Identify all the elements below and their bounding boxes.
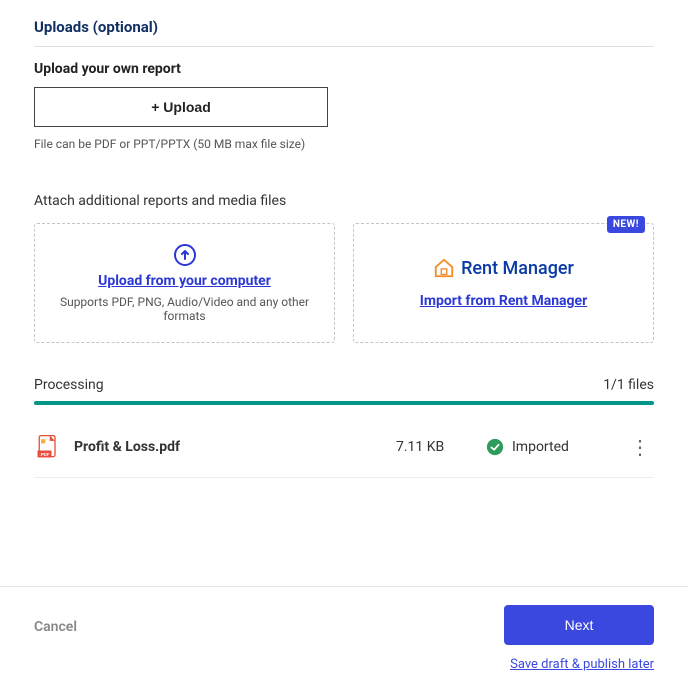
upload-button[interactable]: + Upload <box>34 87 328 127</box>
rentmanager-logo: Rent Manager <box>433 257 574 279</box>
processing-label: Processing <box>34 377 104 393</box>
file-status: Imported <box>512 439 569 455</box>
upload-computer-card[interactable]: Upload from your computer Supports PDF, … <box>34 223 335 343</box>
next-button[interactable]: Next <box>504 605 654 645</box>
file-name: Profit & Loss.pdf <box>74 439 396 455</box>
upload-computer-supports: Supports PDF, PNG, Audio/Video and any o… <box>43 295 326 323</box>
upload-computer-link[interactable]: Upload from your computer <box>98 273 271 289</box>
processing-count: 1/1 files <box>603 377 654 393</box>
svg-text:.PDF: .PDF <box>40 452 50 457</box>
import-rentmanager-link[interactable]: Import from Rent Manager <box>420 293 588 309</box>
upload-report-heading: Upload your own report <box>34 61 654 77</box>
upload-button-label: + Upload <box>151 99 211 115</box>
new-badge: NEW! <box>607 216 645 233</box>
file-size: 7.11 KB <box>396 439 486 455</box>
footer: Cancel Next Save draft & publish later <box>0 586 688 694</box>
cancel-button[interactable]: Cancel <box>34 619 77 635</box>
rentmanager-logo-text: Rent Manager <box>461 258 574 279</box>
upload-hint: File can be PDF or PPT/PPTX (50 MB max f… <box>34 137 654 151</box>
attach-heading: Attach additional reports and media file… <box>34 193 654 209</box>
check-circle-icon <box>486 438 504 456</box>
upload-circle-icon <box>173 243 197 267</box>
pdf-icon: .PDF <box>34 433 62 461</box>
import-rentmanager-card[interactable]: NEW! Rent Manager Import from Rent Manag… <box>353 223 654 343</box>
file-row: .PDF Profit & Loss.pdf 7.11 KB Imported … <box>34 433 654 478</box>
section-title: Uploads (optional) <box>34 18 654 36</box>
house-icon <box>433 257 455 279</box>
save-draft-link[interactable]: Save draft & publish later <box>510 657 654 672</box>
divider <box>34 46 654 47</box>
progress-bar <box>34 401 654 405</box>
file-more-button[interactable]: ⋮ <box>626 437 654 457</box>
